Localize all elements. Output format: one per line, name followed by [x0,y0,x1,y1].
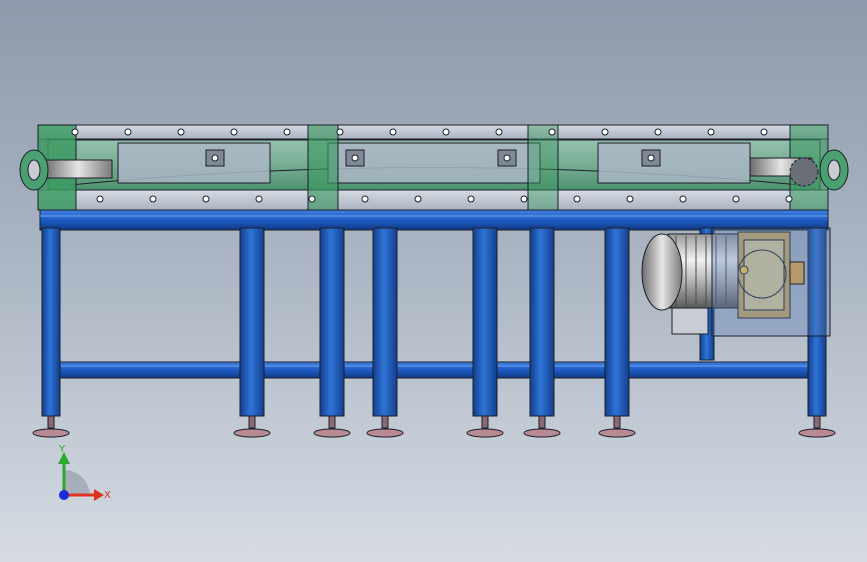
rail-bolt [601,128,609,136]
foot-stem [328,415,336,429]
output-shaft [789,261,805,285]
rail-bolt [520,195,528,203]
rail-bolt [71,128,79,136]
foot-stem [381,415,389,429]
frame-leg[interactable] [529,227,555,417]
rail-bolt [707,128,715,136]
rail-bolt [283,128,291,136]
rail-bolt [548,128,556,136]
rail-bolt [760,128,768,136]
rail-bolt [149,195,157,203]
guard-plate-left[interactable] [117,142,271,184]
rail-bolt [177,128,185,136]
lower-rail[interactable] [37,189,829,211]
rail-bolt [308,195,316,203]
rail-bolt [573,195,581,203]
mid-clamp-2 [527,124,559,211]
frame-leg[interactable] [319,227,345,417]
drive-motor[interactable] [641,227,831,361]
foot-pad[interactable] [32,428,70,438]
rail-bolt [679,195,687,203]
rail-bolt [414,195,422,203]
foot-pad[interactable] [233,428,271,438]
foot-pad[interactable] [598,428,636,438]
triad-z-axis [59,490,69,500]
foot-pad[interactable] [798,428,836,438]
foot-stem [538,415,546,429]
foot-pad[interactable] [523,428,561,438]
frame-top-beam[interactable] [39,209,829,231]
rail-bolt [467,195,475,203]
rail-bolt [202,195,210,203]
rail-bolt [785,195,793,203]
rail-bolt [255,195,263,203]
rail-bolt [389,128,397,136]
leveling-feet [32,415,836,438]
foot-stem [813,415,821,429]
foot-stem [47,415,55,429]
drive-shaft-left[interactable] [43,159,113,179]
conveyor-belt-assembly[interactable] [19,124,849,211]
triad-x-label: X [104,490,111,501]
foot-stem [481,415,489,429]
rail-bolt [442,128,450,136]
motor-bracket[interactable] [711,227,831,337]
frame-leg[interactable] [604,227,630,417]
sprocket-right[interactable] [789,157,819,187]
foot-pad[interactable] [366,428,404,438]
frame-leg[interactable] [472,227,498,417]
foot-stem [613,415,621,429]
guard-plate-right[interactable] [597,142,751,184]
cad-viewport[interactable]: Y X [0,0,867,562]
motor-end-cap[interactable] [641,233,683,311]
foot-pad[interactable] [466,428,504,438]
foot-stem [248,415,256,429]
frame-cross-beam[interactable] [57,361,809,379]
coordinate-triad[interactable]: Y X [58,444,111,501]
triad-y-label: Y [58,444,66,455]
rail-bolt [230,128,238,136]
foot-pad[interactable] [313,428,351,438]
rail-bolt [495,128,503,136]
rail-bolt [654,128,662,136]
rail-bolt [361,195,369,203]
frame-leg[interactable] [372,227,398,417]
rail-bolt [732,195,740,203]
rail-bolt [124,128,132,136]
rail-bolt [336,128,344,136]
frame-leg[interactable] [239,227,265,417]
triad-shading [64,469,90,495]
frame-leg[interactable] [41,227,61,417]
rail-bolt [626,195,634,203]
rail-bolt [96,195,104,203]
